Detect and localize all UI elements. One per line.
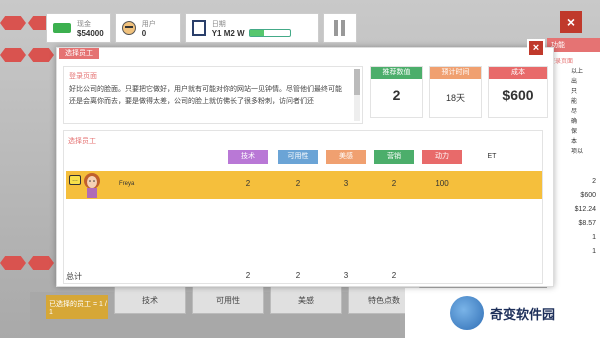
date-display: 日期 Y1 M2 W — [184, 13, 319, 43]
dialog-title: 选择员工 — [59, 48, 99, 59]
feature-panel-text: 能 — [571, 99, 578, 105]
pause-bar-icon — [341, 20, 346, 36]
feature-panel-text: 项以 — [571, 149, 584, 155]
feature-panel-text: 出 — [571, 79, 578, 85]
total-aesthetics: 3 — [343, 271, 349, 280]
hex-tile — [28, 256, 54, 270]
employee-avatar — [84, 173, 100, 198]
cash-icon — [53, 23, 71, 33]
scrollbar-thumb[interactable] — [354, 69, 360, 95]
total-marketing: 2 — [391, 271, 397, 280]
recommended-value: 2 — [392, 87, 401, 103]
feature-panel-text: 只 — [571, 89, 578, 95]
employee-tech: 2 — [245, 179, 251, 188]
hex-tile — [0, 16, 26, 30]
column-header-marketing: 营销 — [374, 150, 414, 164]
tab-aesthetics[interactable]: 美感 — [270, 286, 342, 314]
estimated-time-label: 预计时间 — [430, 67, 481, 79]
select-employee-dialog: 选择员工 × 登录页面 好比公司的脸面。只要把它做好，用户就有可能对你的网站一见… — [56, 39, 554, 287]
user-face-icon — [121, 21, 136, 35]
column-header-aesthetics: 美感 — [326, 150, 366, 164]
feature-panel-header: 功能 — [547, 38, 600, 52]
date-label: 日期 — [211, 20, 226, 28]
hex-tile — [0, 48, 26, 62]
total-tech: 2 — [245, 271, 251, 280]
employee-selection-panel: 选择员工 技术 可用性 美感 营销 动力 ET … Freya 2 2 3 2 … — [63, 130, 543, 284]
feature-panel-number: 1 — [592, 234, 596, 241]
cost-label: 成本 — [489, 67, 547, 79]
cash-display: 现金 $54000 — [46, 13, 111, 43]
watermark-text: 奇变软件园 — [489, 306, 555, 322]
recommended-value-label: 推荐数值 — [371, 67, 422, 79]
calendar-icon — [191, 20, 206, 36]
hex-tile — [28, 48, 54, 62]
employee-aesthetics: 3 — [343, 179, 349, 188]
watermark: 奇变软件园 — [405, 288, 600, 338]
watermark-logo-icon — [449, 296, 484, 330]
week-progress-fill — [249, 30, 264, 36]
users-display: 用户 0 — [114, 13, 181, 43]
total-label: 总计 — [66, 272, 82, 281]
feature-side-panel: 功能 登录页面 以上 出 只 能 尽 确 保 本 项以 2 $600 $12.2… — [547, 38, 600, 310]
feature-panel-number: $8.57 — [578, 220, 596, 227]
selected-employees-label: 已选择的员工 = 1 / 1 — [49, 300, 107, 316]
feature-panel-text: 尽 — [571, 109, 578, 115]
feature-panel-text: 以上 — [571, 69, 584, 75]
hex-tile — [0, 256, 26, 270]
cost-card: 成本 $600 — [488, 66, 548, 118]
employee-motivation: 100 — [435, 179, 449, 188]
users-label: 用户 — [141, 20, 156, 28]
cash-value: $54000 — [77, 28, 104, 38]
cash-label: 现金 — [77, 20, 91, 28]
description-scrollbar[interactable] — [354, 69, 360, 121]
estimated-time-card: 预计时间 18天 — [429, 66, 482, 118]
feature-title: 登录页面 — [69, 73, 97, 80]
selected-employees-bar: 已选择的员工 = 1 / 1 — [46, 295, 108, 319]
feature-panel-number: $600 — [580, 192, 596, 199]
close-main-button[interactable]: × — [560, 11, 582, 33]
chat-bubble-icon: … — [69, 175, 81, 185]
employee-row[interactable]: … Freya 2 2 3 2 100 — [66, 171, 542, 199]
feature-panel-text: 保 — [571, 129, 578, 135]
column-header-et: ET — [487, 153, 497, 160]
tab-usability[interactable]: 可用性 — [192, 286, 264, 314]
feature-panel-subtitle: 登录页面 — [549, 59, 574, 65]
employee-selection-label: 选择员工 — [68, 138, 96, 145]
cost-value: $600 — [502, 87, 534, 103]
tab-tech[interactable]: 技术 — [114, 286, 186, 314]
column-header-tech: 技术 — [228, 150, 268, 164]
employee-usability: 2 — [295, 179, 301, 188]
dialog-header: 选择员工 × — [57, 39, 553, 60]
feature-description: 好比公司的脸面。只要把它做好，用户就有可能对你的网站一见钟情。尽管他们最终可能还… — [69, 86, 342, 105]
feature-panel-number: 1 — [592, 248, 596, 255]
total-usability: 2 — [295, 271, 301, 280]
top-hud: 现金 $54000 用户 0 日期 Y1 M2 W — [46, 13, 357, 43]
feature-panel-number: 2 — [592, 178, 596, 185]
week-progress-bar — [248, 29, 291, 37]
recommended-value-card: 推荐数值 2 — [370, 66, 423, 118]
feature-panel-text: 确 — [571, 119, 578, 125]
feature-panel-number: $12.24 — [574, 206, 596, 213]
users-value: 0 — [141, 28, 147, 38]
feature-description-box: 登录页面 好比公司的脸面。只要把它做好，用户就有可能对你的网站一见钟情。尽管他们… — [63, 66, 363, 124]
column-header-usability: 可用性 — [278, 150, 318, 164]
estimated-time-value: 18天 — [445, 93, 465, 103]
pause-button[interactable] — [322, 13, 357, 43]
bottom-tabs: 技术 可用性 美感 特色点数 — [114, 286, 420, 314]
employee-marketing: 2 — [391, 179, 397, 188]
dialog-close-button[interactable]: × — [527, 39, 545, 57]
date-value: Y1 M2 W — [211, 28, 245, 38]
column-header-motivation: 动力 — [422, 150, 462, 164]
employee-name: Freya — [119, 181, 135, 187]
feature-panel-text: 本 — [571, 139, 578, 145]
pause-bar-icon — [334, 20, 339, 36]
